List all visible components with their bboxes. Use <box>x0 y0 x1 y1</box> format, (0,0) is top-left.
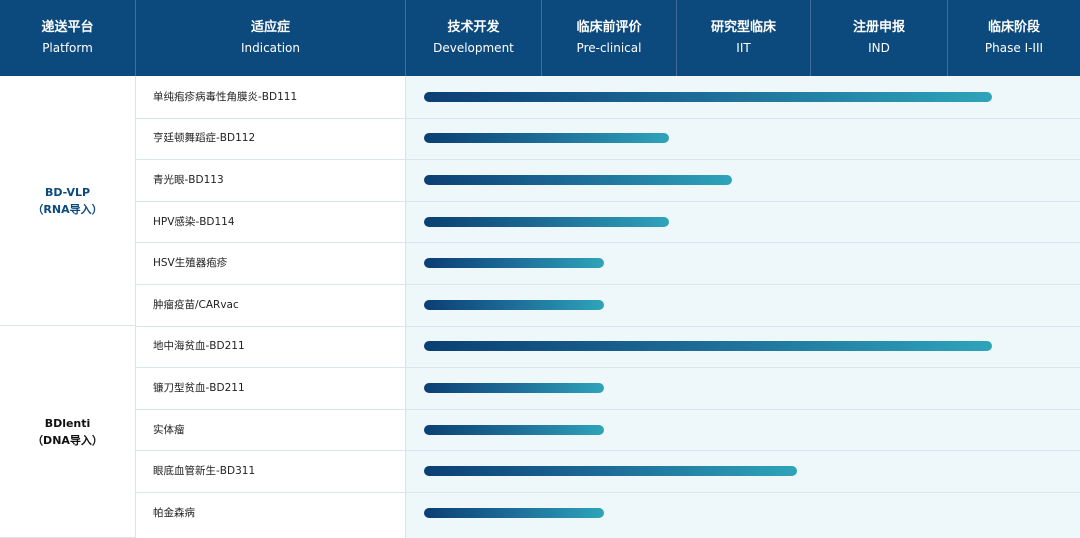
header-stage-phase: 临床阶段 Phase I-III <box>948 0 1080 76</box>
header-platform-en: Platform <box>42 41 93 55</box>
progress-bar <box>424 300 604 310</box>
stage-label-en: Development <box>433 41 514 55</box>
pipeline-chart: 递送平台 Platform 适应症 Indication 技术开发 Develo… <box>0 0 1080 538</box>
stage-label-zh: 临床前评价 <box>576 20 642 35</box>
indication-label: HPV感染-BD114 <box>153 216 235 228</box>
progress-bar <box>424 217 669 227</box>
indication-label: 亨廷顿舞蹈症-BD112 <box>153 132 256 144</box>
stage-label-zh: 注册申报 <box>852 20 905 35</box>
platform-bdlenti: BDlenti （DNA导入） <box>0 326 136 538</box>
header-stage-preclinical: 临床前评价 Pre-clinical <box>542 0 677 76</box>
platform-bd-vlp: BD-VLP （RNA导入） <box>0 76 136 326</box>
indication-label: 单纯疱疹病毒性角膜炎-BD111 <box>153 91 298 103</box>
indication-label: 帕金森病 <box>153 507 195 519</box>
row-divider <box>136 409 1080 410</box>
row-divider <box>136 284 1080 285</box>
platform-name: BD-VLP <box>44 185 91 199</box>
progress-bar <box>424 508 604 518</box>
header-stage-iit: 研究型临床 IIT <box>677 0 811 76</box>
indication-label: 地中海贫血-BD211 <box>153 340 245 352</box>
progress-bar <box>424 466 797 476</box>
row-divider <box>136 159 1080 160</box>
stage-label-zh: 临床阶段 <box>987 20 1040 35</box>
stage-label-zh: 研究型临床 <box>710 20 776 35</box>
platform-subtitle: （RNA导入） <box>32 202 103 216</box>
indication-label: 青光眼-BD113 <box>153 174 224 186</box>
header-platform-zh: 递送平台 <box>41 20 94 35</box>
row-divider <box>136 450 1080 451</box>
progress-bar <box>424 133 669 143</box>
progress-bar <box>424 92 992 102</box>
row-divider <box>136 118 1080 119</box>
indication-label: 实体瘤 <box>153 424 185 436</box>
platform-name: BDlenti <box>44 416 91 430</box>
progress-bar <box>424 175 732 185</box>
row-divider <box>136 326 1080 327</box>
header-indication-zh: 适应症 <box>250 20 290 35</box>
header-stage-development: 技术开发 Development <box>406 0 542 76</box>
header-stage-ind: 注册申报 IND <box>811 0 948 76</box>
row-divider <box>136 201 1080 202</box>
indication-label: HSV生殖器疱疹 <box>153 257 228 269</box>
row-divider <box>136 367 1080 368</box>
indication-label: 肿瘤疫苗/CARvac <box>153 299 239 311</box>
row-divider <box>136 242 1080 243</box>
platform-subtitle: （DNA导入） <box>32 433 103 447</box>
stage-label-en: Phase I-III <box>984 41 1044 55</box>
header-indication-en: Indication <box>240 41 301 55</box>
stage-label-en: IIT <box>736 41 751 55</box>
stage-label-en: Pre-clinical <box>576 41 642 55</box>
chart-body: BD-VLP （RNA导入） BDlenti （DNA导入） 单纯疱疹病毒性角膜… <box>0 76 1080 538</box>
progress-bar <box>424 341 992 351</box>
row-divider <box>136 492 1080 493</box>
stage-label-en: IND <box>868 41 890 55</box>
progress-bar <box>424 425 604 435</box>
header-indication: 适应症 Indication <box>136 0 406 76</box>
indication-label: 镰刀型贫血-BD211 <box>153 382 245 394</box>
indication-label: 眼底血管新生-BD311 <box>153 465 256 477</box>
progress-bar <box>424 258 604 268</box>
header-platform: 递送平台 Platform <box>0 0 136 76</box>
stage-label-zh: 技术开发 <box>447 20 500 35</box>
progress-bar <box>424 383 604 393</box>
